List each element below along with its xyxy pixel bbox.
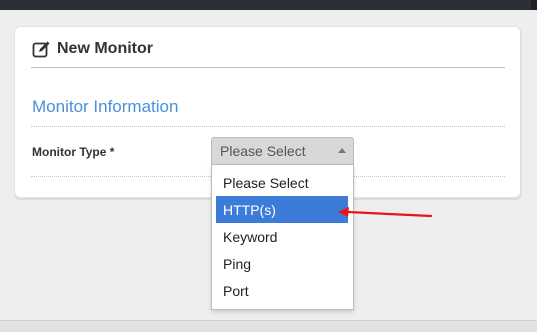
option-keyword[interactable]: Keyword xyxy=(216,223,348,250)
option-port[interactable]: Port xyxy=(216,277,348,304)
monitor-type-select[interactable]: Please Select xyxy=(211,137,354,165)
title-divider xyxy=(31,67,505,68)
monitor-type-label: Monitor Type * xyxy=(32,145,115,159)
top-navigation-bar xyxy=(0,0,537,10)
topbar-accent xyxy=(531,0,537,10)
option-https[interactable]: HTTP(s) xyxy=(216,196,348,223)
section-divider xyxy=(31,126,505,127)
panel-title-text: New Monitor xyxy=(57,40,153,57)
section-heading: Monitor Information xyxy=(32,97,179,116)
monitor-type-select-value: Please Select xyxy=(220,143,306,159)
bottom-bar xyxy=(0,320,537,332)
edit-icon xyxy=(32,40,51,59)
panel-title: New Monitor xyxy=(32,37,153,61)
option-ping[interactable]: Ping xyxy=(216,250,348,277)
monitor-type-dropdown: Please Select HTTP(s) Keyword Ping Port xyxy=(211,165,354,310)
caret-up-icon xyxy=(338,148,346,153)
option-please-select[interactable]: Please Select xyxy=(216,169,348,196)
annotation-arrow-icon xyxy=(338,207,433,218)
